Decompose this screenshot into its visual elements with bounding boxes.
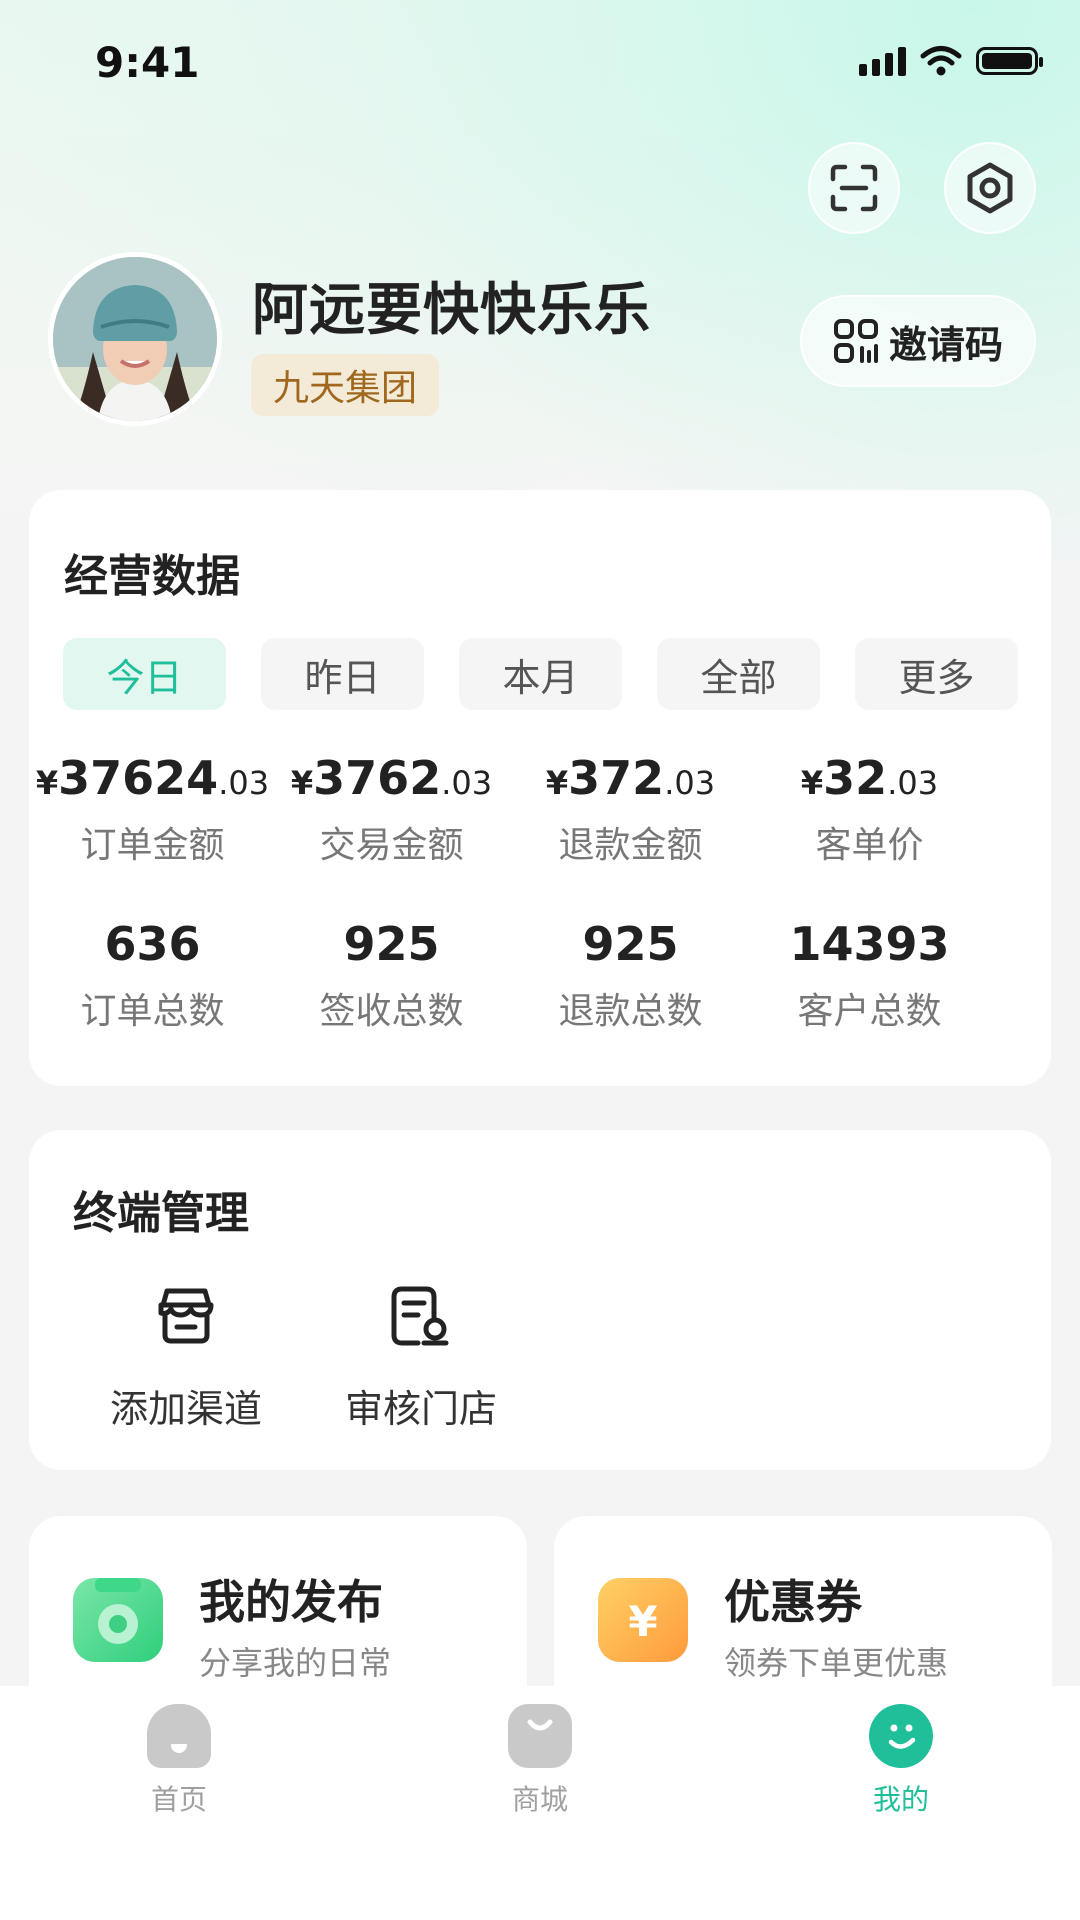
stat-label: 订单总数 (80, 991, 225, 1032)
wifi-icon (920, 46, 962, 76)
username: 阿远要快快乐乐 (252, 278, 651, 343)
stat-label: 签收总数 (319, 991, 464, 1032)
nav-mine[interactable]: 我的 (801, 1704, 1001, 1818)
stat-value: ¥372.03 (545, 751, 716, 805)
audit-store-icon (391, 1286, 449, 1346)
stat-label: 客户总数 (797, 991, 942, 1032)
settings-icon (967, 162, 1013, 214)
status-icons (859, 45, 1043, 77)
cellular-signal-icon (859, 46, 906, 76)
stat-label: 客单价 (815, 825, 924, 866)
camera-icon (73, 1578, 163, 1662)
store-icon (158, 1288, 214, 1344)
tab-yesterday[interactable]: 昨日 (261, 638, 424, 710)
avatar-photo (53, 257, 217, 421)
period-tabs: 今日 昨日 本月 全部 更多 (63, 638, 1018, 710)
money-stats-row: ¥37624.03 订单金额 ¥3762.03 交易金额 ¥372.03 退款金… (33, 748, 1047, 868)
stat-label: 退款金额 (558, 825, 703, 866)
stat-avg-order-price[interactable]: ¥32.03 客单价 (750, 748, 989, 868)
stat-order-count[interactable]: 636 订单总数 (33, 914, 272, 1034)
stat-value: 925 (582, 917, 679, 971)
home-icon (147, 1704, 211, 1768)
svg-text:¥: ¥ (628, 1597, 657, 1646)
my-posts-subtitle: 分享我的日常 (199, 1644, 392, 1682)
stat-value: 636 (104, 917, 201, 971)
stat-value: ¥37624.03 (35, 751, 270, 805)
my-posts-title: 我的发布 (199, 1575, 383, 1629)
tab-this-month[interactable]: 本月 (459, 638, 622, 710)
stat-order-amount[interactable]: ¥37624.03 订单金额 (33, 748, 272, 868)
audit-store-item[interactable]: 审核门店 (321, 1278, 521, 1433)
shop-bag-icon (508, 1704, 572, 1768)
nav-home-label: 首页 (150, 1783, 207, 1816)
bottom-nav: 首页 商城 我的 (0, 1686, 1080, 1920)
status-bar: 9:41 (0, 0, 1080, 130)
company-badge: 九天集团 (251, 354, 440, 416)
business-data-card: 经营数据 今日 昨日 本月 全部 更多 ¥37624.03 订单金额 ¥3762… (29, 490, 1051, 1086)
nav-shop[interactable]: 商城 (440, 1704, 640, 1818)
stat-refund-count[interactable]: 925 退款总数 (511, 914, 750, 1034)
stat-value: ¥32.03 (800, 751, 939, 805)
tab-all[interactable]: 全部 (657, 638, 820, 710)
scan-button[interactable] (808, 142, 900, 234)
stat-label: 交易金额 (319, 825, 464, 866)
business-data-title: 经营数据 (64, 551, 240, 602)
coupon-title: 优惠券 (724, 1575, 862, 1629)
stat-value: ¥3762.03 (290, 751, 493, 805)
coupon-subtitle: 领券下单更优惠 (724, 1644, 949, 1682)
audit-store-label: 审核门店 (344, 1387, 497, 1431)
nav-home[interactable]: 首页 (79, 1704, 279, 1818)
stat-customer-count[interactable]: 14393 客户总数 (750, 914, 989, 1034)
terminal-management-title: 终端管理 (73, 1188, 249, 1239)
add-channel-item[interactable]: 添加渠道 (86, 1278, 286, 1433)
stat-value: 14393 (789, 917, 950, 971)
avatar[interactable] (48, 252, 222, 426)
battery-icon (976, 47, 1043, 75)
stat-signed-count[interactable]: 925 签收总数 (272, 914, 511, 1034)
stat-label: 订单金额 (80, 825, 225, 866)
tab-today[interactable]: 今日 (63, 638, 226, 710)
stat-transaction-amount[interactable]: ¥3762.03 交易金额 (272, 748, 511, 868)
terminal-management-card: 终端管理 添加渠道 审核门店 (29, 1130, 1051, 1470)
nav-mine-label: 我的 (872, 1783, 929, 1816)
invite-code-label: 邀请码 (888, 322, 1003, 367)
add-channel-label: 添加渠道 (109, 1387, 262, 1431)
qr-code-icon (833, 319, 878, 363)
count-stats-row: 636 订单总数 925 签收总数 925 退款总数 14393 客户总数 (33, 914, 1047, 1034)
invite-code-button[interactable]: 邀请码 (800, 295, 1036, 387)
tab-more[interactable]: 更多 (855, 638, 1018, 710)
nav-shop-label: 商城 (511, 1783, 568, 1816)
stat-value: 925 (343, 917, 440, 971)
status-time: 9:41 (95, 38, 200, 87)
scan-icon (830, 164, 878, 212)
coupon-icon: ¥ (598, 1578, 688, 1662)
settings-button[interactable] (944, 142, 1036, 234)
stat-label: 退款总数 (558, 991, 703, 1032)
stat-refund-amount[interactable]: ¥372.03 退款金额 (511, 748, 750, 868)
smile-icon (869, 1704, 933, 1768)
